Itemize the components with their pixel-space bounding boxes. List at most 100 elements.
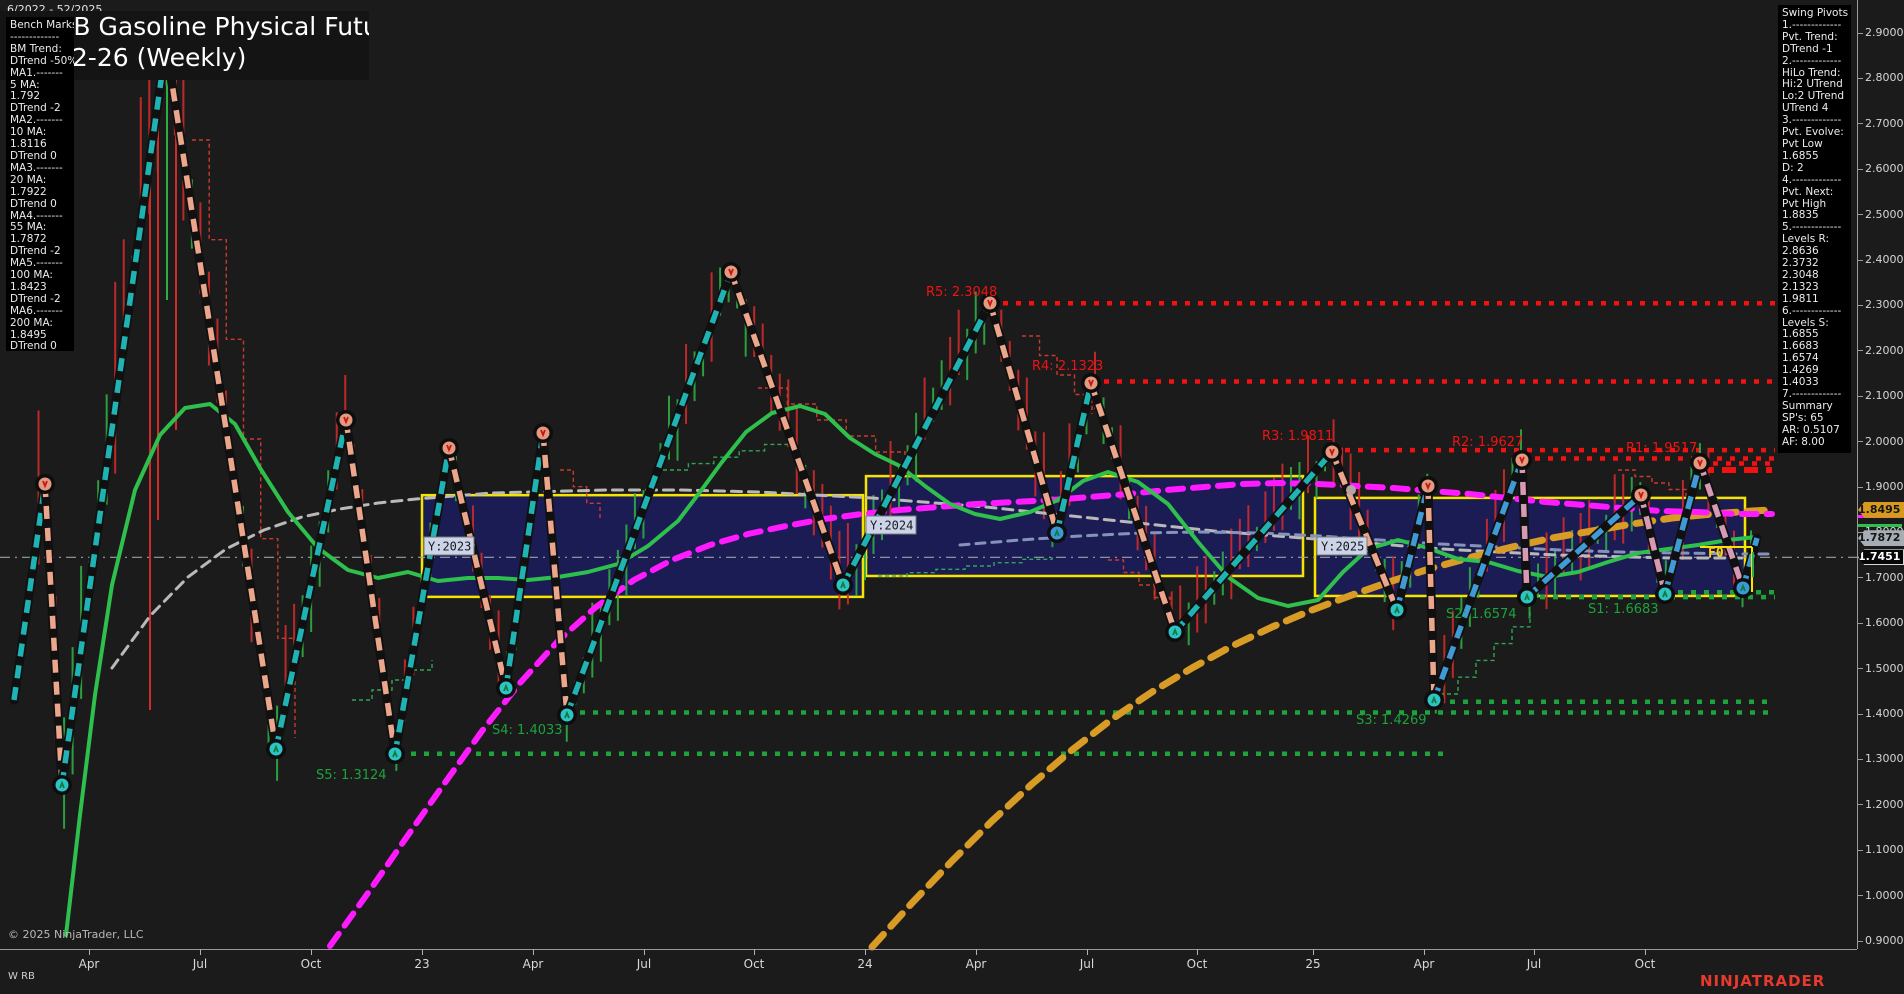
title-line-2: 12-26 (Weekly) [56, 42, 369, 73]
price-axis-label: 1.7000 [1865, 571, 1904, 584]
price-axis-tick [1857, 260, 1863, 261]
price-axis-tick [1857, 441, 1863, 442]
year-chip: Y:2025 [1317, 537, 1367, 555]
chart-window: R5: 2.3048 R4: 2.1323 R3: 1.9811 R2: 1.9627… [0, 0, 1904, 994]
price-axis-label: 1.9000 [1865, 480, 1904, 493]
svg-text:Y:2023: Y:2023 [428, 540, 471, 554]
panel-line: DTrend 0 [10, 199, 70, 211]
minor-pivot-dot [1346, 485, 1356, 495]
time-axis-tick [1424, 949, 1425, 955]
ninjatrader-logo: NINJATRADER [1700, 972, 1825, 990]
price-axis-tick [1857, 850, 1863, 851]
year-chip: Y:2023 [424, 537, 474, 555]
price-axis-marker [1858, 524, 1902, 527]
price-axis-label: 1.4000 [1865, 707, 1904, 720]
panel-line: Pvt. Trend: [1782, 32, 1847, 44]
support-label: S5: 1.3124 [316, 768, 387, 783]
time-axis-label: Oct [1175, 957, 1219, 971]
price-axis-tick [1857, 941, 1863, 942]
time-axis-label: 23 [400, 957, 444, 971]
time-axis-label: Apr [954, 957, 998, 971]
price-axis-label: 1.6000 [1865, 616, 1904, 629]
price-axis-tick [1857, 759, 1863, 760]
panel-line: 1.7922 [10, 187, 70, 199]
price-axis-tick [1857, 804, 1863, 805]
price-tag: 1.7872 [1858, 530, 1904, 546]
time-axis-label: 24 [843, 957, 887, 971]
copyright-label: © 2025 NinjaTrader, LLC [8, 928, 144, 941]
time-axis-tick [1534, 949, 1535, 955]
support-label: S2: 1.6574 [1446, 607, 1517, 622]
svg-text:Y:2025: Y:2025 [1321, 540, 1364, 554]
time-axis-label: Jul [1065, 957, 1109, 971]
panel-line: 4.------------- [1782, 175, 1847, 187]
series-tag-label: W RB [8, 971, 35, 982]
time-axis-label: Apr [1402, 957, 1446, 971]
resistance-label: R1: 1.9517 [1626, 441, 1697, 456]
panel-line: MA3.------- [10, 163, 70, 175]
time-axis-tick [200, 949, 201, 955]
resistance-label: R5: 2.3048 [926, 285, 997, 300]
time-axis[interactable]: AprJulOct23AprJulOct24AprJulOct25AprJulO… [0, 949, 1904, 979]
panel-line: 2.------------- [1782, 56, 1847, 68]
price-axis-label: 2.8000 [1865, 71, 1904, 84]
price-axis-tick [1857, 577, 1863, 578]
price-axis-label: 2.5000 [1865, 208, 1904, 221]
time-axis-tick [1087, 949, 1088, 955]
time-axis-tick [754, 949, 755, 955]
time-axis-tick [1645, 949, 1646, 955]
time-axis-label: 25 [1291, 957, 1335, 971]
title-line-1: RB Gasoline Physical Futures [56, 11, 369, 42]
price-axis-label: 2.9000 [1865, 26, 1904, 39]
price-axis-tick [1857, 532, 1863, 533]
price-axis-tick [1857, 123, 1863, 124]
price-axis-tick [1857, 350, 1863, 351]
year-chip: Y:2024 [866, 516, 916, 534]
support-label: S4: 1.4033 [492, 723, 563, 738]
panel-line: Pvt. Next: [1782, 187, 1847, 199]
price-axis-label: 2.6000 [1865, 162, 1904, 175]
price-axis-tick [1857, 78, 1863, 79]
panel-line: 1.6855 [1782, 151, 1847, 163]
time-axis-label: Jul [1512, 957, 1556, 971]
panel-line: 200 MA: [10, 318, 70, 330]
price-axis[interactable]: 2.90002.80002.70002.60002.50002.40002.30… [1857, 0, 1904, 949]
time-axis-label: Oct [289, 957, 333, 971]
time-axis-tick [865, 949, 866, 955]
price-axis-tick [1857, 305, 1863, 306]
support-label: S1: 1.6683 [1588, 602, 1659, 617]
price-axis-tick [1857, 214, 1863, 215]
time-axis-tick [89, 949, 90, 955]
price-axis-tick [1857, 668, 1863, 669]
chart-canvas[interactable]: R5: 2.3048 R4: 2.1323 R3: 1.9811 R2: 1.9627… [0, 0, 1904, 994]
price-axis-label: 1.2000 [1865, 798, 1904, 811]
price-axis-label: 2.3000 [1865, 298, 1904, 311]
panel-line: SP's: 65 [1782, 413, 1847, 425]
price-axis-label: 1.0000 [1865, 889, 1904, 902]
price-axis-tick [1857, 487, 1863, 488]
panel-line: DTrend -1 [1782, 44, 1847, 56]
resistance-label: R3: 1.9811 [1262, 429, 1333, 444]
panel-line: AF: 8.00 [1782, 437, 1847, 449]
price-axis-tick [1857, 714, 1863, 715]
price-axis-label: 1.3000 [1865, 752, 1904, 765]
price-axis-label: 2.4000 [1865, 253, 1904, 266]
price-tag: 1.7451 [1858, 549, 1904, 565]
benchmarks-panel: Bench Marks-------------BM Trend:DTrend … [6, 17, 74, 351]
time-axis-label: Apr [511, 957, 555, 971]
price-axis-tick [1857, 895, 1863, 896]
panel-line: 1.9811 [1782, 294, 1847, 306]
time-axis-label: Jul [178, 957, 222, 971]
panel-line: DTrend 0 [10, 341, 70, 351]
time-axis-tick [533, 949, 534, 955]
panel-line: DTrend -2 [10, 294, 70, 306]
price-axis-label: 2.0000 [1865, 435, 1904, 448]
time-axis-tick [422, 949, 423, 955]
panel-line: MA1.------- [10, 68, 70, 80]
svg-text:Y:2024: Y:2024 [870, 519, 913, 533]
support-label: S3: 1.4269 [1356, 713, 1427, 728]
resistance-label: R4: 2.1323 [1032, 359, 1103, 374]
price-axis-tick [1857, 33, 1863, 34]
resistance-label: R2: 1.9627 [1452, 435, 1523, 450]
time-axis-label: Jul [622, 957, 666, 971]
